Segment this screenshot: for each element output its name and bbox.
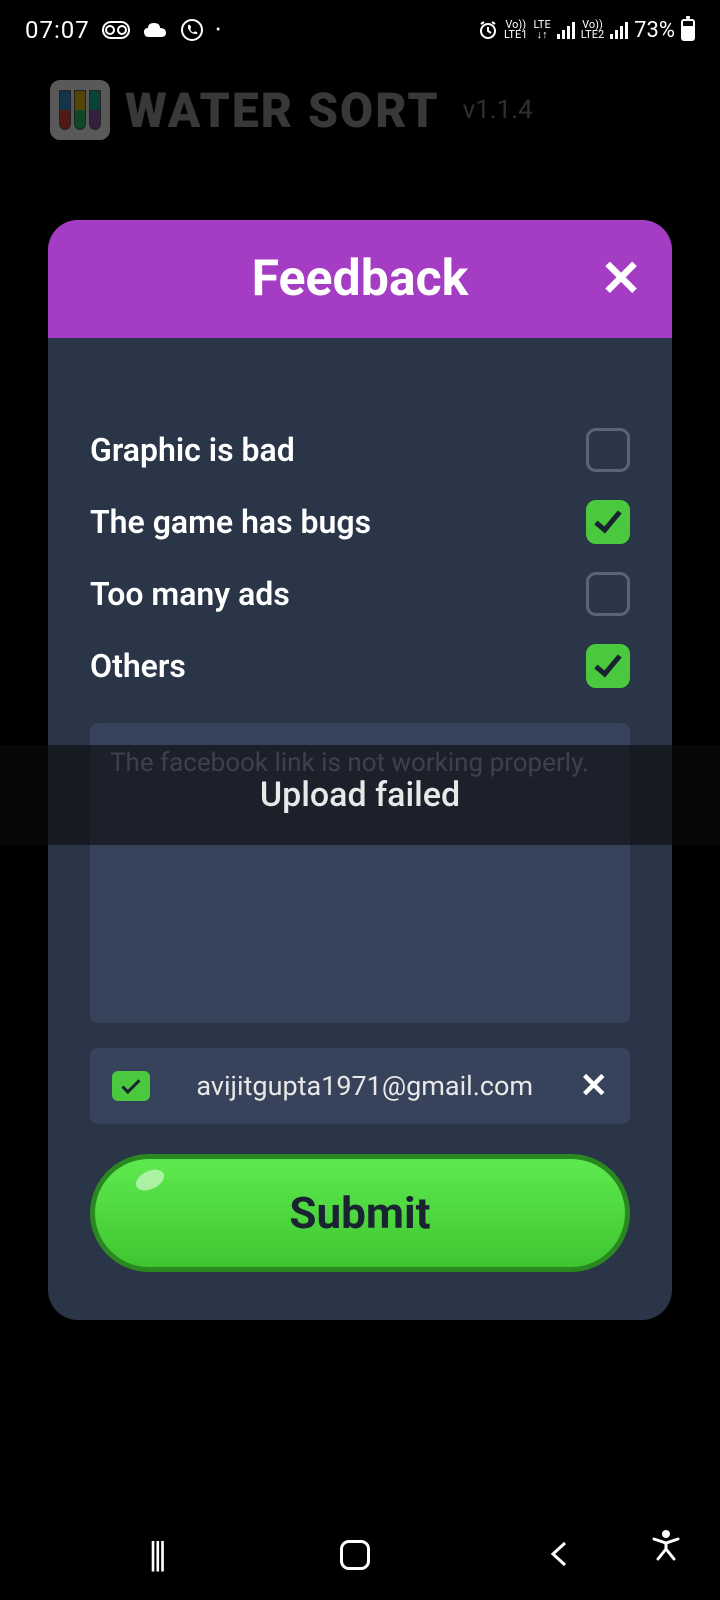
submit-label: Submit [289, 1187, 430, 1239]
sim2-label: Vo))LTE2 [581, 20, 604, 40]
battery-percent: 73% [634, 18, 675, 43]
checkbox-checked[interactable] [586, 644, 630, 688]
status-right: Vo))LTE1 LTE↓↑ Vo))LTE2 73% [478, 18, 695, 43]
email-field[interactable]: avijitgupta1971@gmail.com ✕ [90, 1048, 630, 1124]
option-graphic-bad[interactable]: Graphic is bad [90, 428, 630, 472]
checkbox-unchecked[interactable] [586, 428, 630, 472]
app-icon [50, 80, 110, 140]
sim1-label: Vo))LTE1 [504, 20, 527, 40]
option-others[interactable]: Others [90, 644, 630, 688]
option-too-many-ads[interactable]: Too many ads [90, 572, 630, 616]
option-label: Others [90, 647, 186, 685]
email-value: avijitgupta1971@gmail.com [168, 1070, 562, 1102]
background-app: WATER SORT v1.1.4 [0, 60, 720, 160]
feedback-textarea[interactable]: The facebook link is not working properl… [90, 723, 630, 1023]
dot-icon: • [216, 22, 221, 38]
signal2-icon [610, 21, 628, 39]
status-time: 07:07 [25, 16, 90, 44]
email-icon [112, 1071, 150, 1101]
status-left: 07:07 • [25, 16, 221, 44]
signal1-icon [557, 21, 575, 39]
modal-header: Feedback ✕ [48, 220, 672, 338]
checkbox-unchecked[interactable] [586, 572, 630, 616]
status-bar: 07:07 • Vo))LTE1 LTE↓↑ Vo))LTE2 73% [0, 0, 720, 60]
accessibility-icon[interactable] [652, 1529, 680, 1565]
app-title: WATER SORT [125, 82, 440, 139]
battery-icon [681, 19, 695, 41]
alarm-icon [478, 20, 498, 40]
option-has-bugs[interactable]: The game has bugs [90, 500, 630, 544]
lte-label: LTE↓↑ [533, 20, 550, 40]
option-label: Graphic is bad [90, 431, 295, 469]
voicemail-icon [102, 21, 130, 39]
submit-button[interactable]: Submit [90, 1154, 630, 1272]
navigation-bar: ||| [0, 1510, 720, 1600]
option-label: Too many ads [90, 575, 290, 613]
modal-title: Feedback [252, 250, 469, 308]
modal-body: Graphic is bad The game has bugs Too man… [48, 338, 672, 1320]
clear-email-button[interactable]: ✕ [580, 1066, 609, 1106]
feedback-modal: Feedback ✕ Graphic is bad The game has b… [48, 220, 672, 1320]
whatsapp-icon [180, 18, 204, 42]
app-version: v1.1.4 [463, 95, 533, 125]
cloud-icon [142, 21, 168, 39]
checkbox-checked[interactable] [586, 500, 630, 544]
option-label: The game has bugs [90, 503, 371, 541]
nav-home-button[interactable] [340, 1540, 370, 1570]
textarea-value: The facebook link is not working properl… [110, 748, 589, 778]
close-button[interactable]: ✕ [600, 250, 642, 309]
nav-back-button[interactable] [547, 1532, 571, 1579]
nav-recent-button[interactable]: ||| [149, 1534, 163, 1576]
